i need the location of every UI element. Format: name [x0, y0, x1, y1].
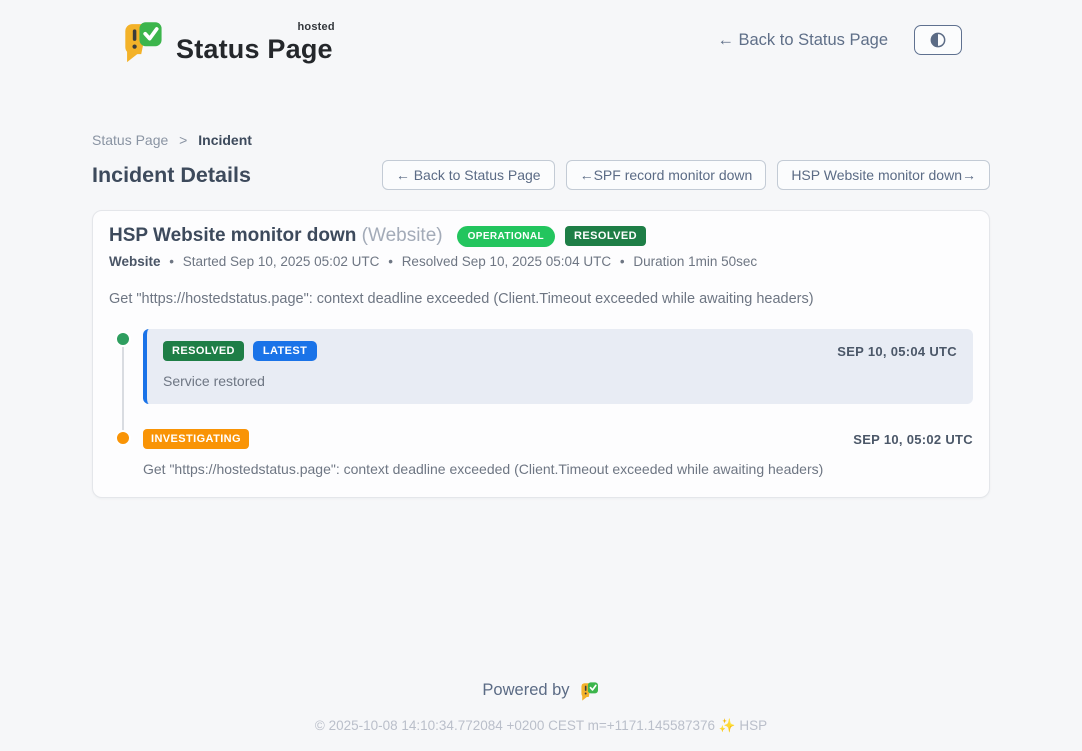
half-circle-contrast-icon — [928, 30, 948, 50]
incident-card: HSP Website monitor down (Website) OPERA… — [92, 210, 990, 498]
header-back-to-status-page-link[interactable]: ← Back to Status Page — [717, 31, 888, 50]
timeline-timestamp: SEP 10, 05:02 UTC — [853, 432, 973, 447]
timeline-latest-update-box: RESOLVED LATEST SEP 10, 05:04 UTC Servic… — [143, 329, 973, 404]
timeline-message: Service restored — [163, 373, 957, 389]
incident-service: Website — [109, 254, 161, 269]
breadcrumb-status-page-link[interactable]: Status Page — [92, 132, 168, 148]
operational-status-badge: OPERATIONAL — [457, 226, 555, 247]
next-incident-button[interactable]: HSP Website monitor down→ — [777, 160, 990, 190]
incident-scope: (Website) — [362, 225, 443, 246]
incident-nav-buttons: ← Back to Status Page ←SPF record monito… — [382, 160, 990, 190]
powered-by-link[interactable]: Powered by — [482, 680, 599, 701]
incident-timeline: RESOLVED LATEST SEP 10, 05:04 UTC Servic… — [115, 329, 973, 477]
breadcrumb: Status Page > Incident — [92, 132, 990, 148]
timeline-item-resolved: RESOLVED LATEST SEP 10, 05:04 UTC Servic… — [115, 329, 973, 404]
timeline-item-investigating: INVESTIGATING SEP 10, 05:02 UTC Get "htt… — [115, 428, 973, 477]
incident-description: Get "https://hostedstatus.page": context… — [109, 291, 973, 307]
incident-started: Started Sep 10, 2025 05:02 UTC — [183, 254, 380, 269]
incident-resolved: Resolved Sep 10, 2025 05:04 UTC — [402, 254, 611, 269]
timeline-timestamp: SEP 10, 05:04 UTC — [837, 344, 957, 359]
incident-meta: Website • Started Sep 10, 2025 05:02 UTC… — [109, 254, 973, 269]
brand-name: Status Page hosted — [176, 26, 333, 63]
main-content: Status Page > Incident Incident Details … — [92, 132, 990, 498]
timeline-investigating-badge: INVESTIGATING — [143, 429, 249, 449]
timeline-latest-badge: LATEST — [253, 341, 317, 361]
brand-logo: Status Page hosted — [120, 17, 333, 63]
breadcrumb-separator: > — [179, 132, 187, 148]
footer: Powered by © 2025-10-08 14:10:34.772084 … — [0, 680, 1082, 734]
back-to-status-page-button[interactable]: ← Back to Status Page — [382, 160, 555, 190]
theme-toggle-button[interactable] — [914, 25, 962, 55]
status-bubble-small-icon — [579, 680, 600, 701]
copyright-text: © 2025-10-08 14:10:34.772084 +0200 CEST … — [0, 718, 1082, 734]
incident-duration: Duration 1min 50sec — [633, 254, 757, 269]
brand-superscript: hosted — [298, 22, 335, 33]
header: Status Page hosted ← Back to Status Page — [120, 14, 962, 66]
resolved-status-badge: RESOLVED — [565, 226, 646, 246]
powered-by-label: Powered by — [482, 681, 569, 700]
timeline-dot-orange-icon — [115, 430, 131, 446]
timeline-dot-green-icon — [115, 331, 131, 347]
page-title: Incident Details — [92, 163, 251, 188]
status-bubble-icon — [120, 17, 166, 63]
timeline-resolved-badge: RESOLVED — [163, 341, 244, 361]
prev-incident-button[interactable]: ←SPF record monitor down — [566, 160, 767, 190]
timeline-message: Get "https://hostedstatus.page": context… — [143, 461, 973, 477]
breadcrumb-incident: Incident — [198, 132, 252, 148]
incident-title: HSP Website monitor down (Website) — [109, 225, 443, 247]
